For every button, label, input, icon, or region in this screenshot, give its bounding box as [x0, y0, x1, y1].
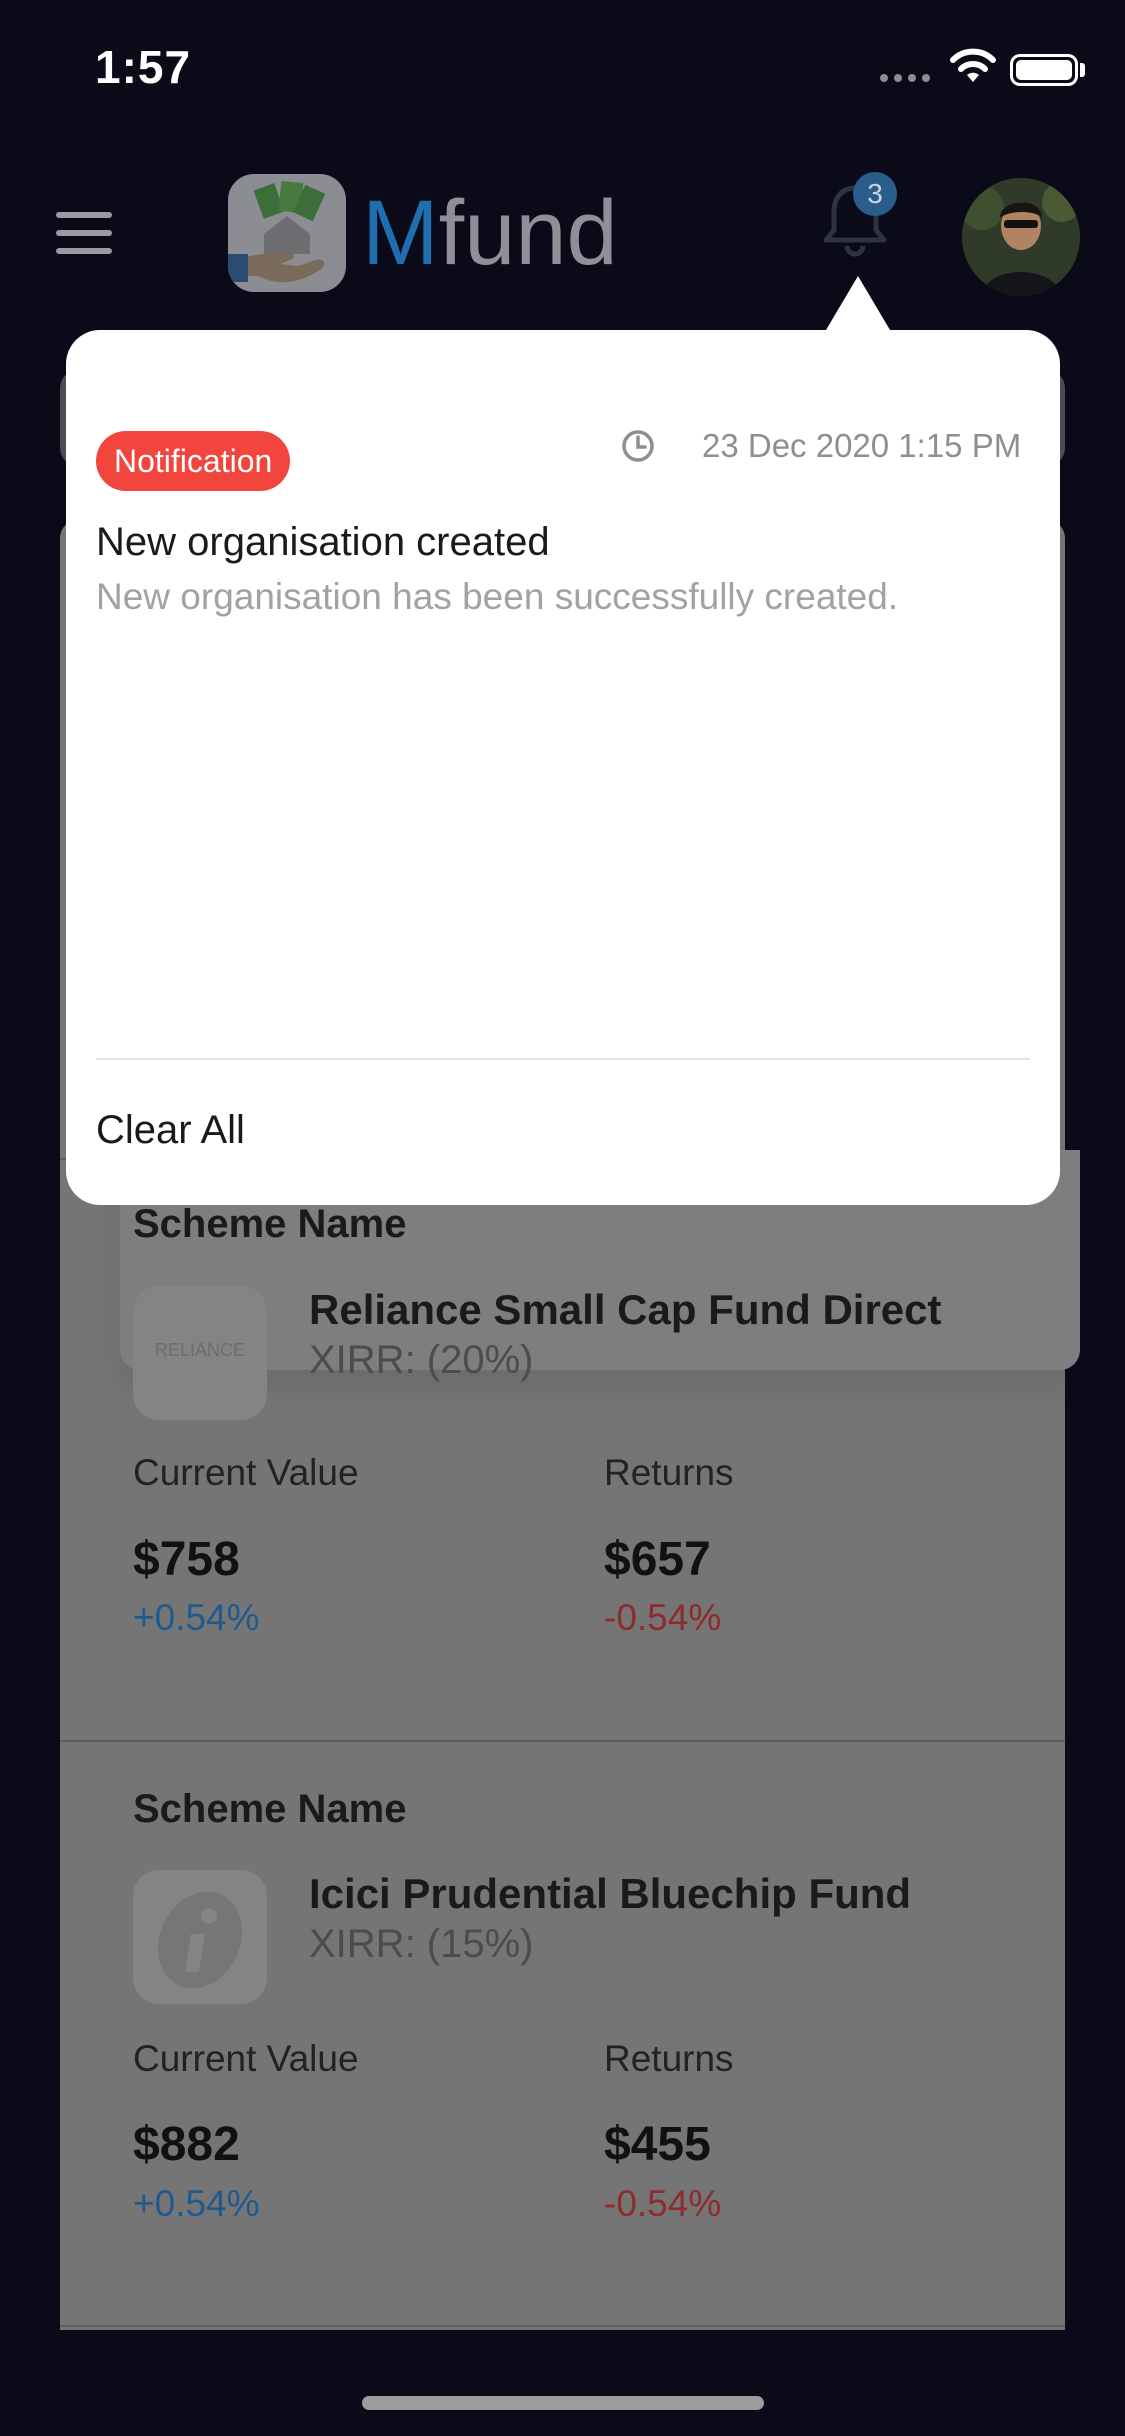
- scheme-name-label: Scheme Name: [133, 1787, 407, 1831]
- battery-icon: [1010, 54, 1078, 86]
- notification-popup: Notification 23 Dec 2020 1:15 PM New org…: [66, 330, 1060, 1205]
- popup-arrow: [826, 276, 890, 330]
- status-bar-time: 1:57: [95, 41, 192, 93]
- home-indicator[interactable]: [362, 2396, 764, 2410]
- notification-body: New organisation has been successfully c…: [96, 576, 899, 617]
- cellular-signal-icon: [880, 74, 932, 84]
- notification-badge: Notification: [96, 431, 291, 491]
- fund-name[interactable]: Icici Prudential Bluechip Fund: [309, 1870, 911, 1918]
- notification-title: New organisation created: [96, 520, 550, 564]
- card-divider: [60, 1740, 1065, 1742]
- icici-logo-icon: [158, 1891, 242, 1989]
- fund-xirr: XIRR: (20%): [309, 1338, 534, 1382]
- clear-all-button[interactable]: Clear All: [96, 1108, 245, 1153]
- notification-timestamp: 23 Dec 2020 1:15 PM: [702, 427, 1022, 464]
- fund-logo: [133, 1870, 267, 2004]
- returns-change: -0.54%: [604, 1597, 722, 1638]
- current-value-label: Current Value: [133, 1452, 359, 1493]
- returns-label: Returns: [604, 2038, 734, 2079]
- current-value-change: +0.54%: [133, 2183, 260, 2224]
- battery-nub: [1080, 63, 1085, 77]
- current-value-label: Current Value: [133, 2038, 359, 2079]
- clock-icon: [622, 430, 654, 462]
- fund-name[interactable]: Reliance Small Cap Fund Direct: [309, 1286, 942, 1334]
- profile-photo: [962, 178, 1080, 296]
- fund-logo-text: RELIANCE: [154, 1340, 246, 1360]
- current-value: $758: [133, 1533, 240, 1586]
- avatar[interactable]: [962, 178, 1080, 296]
- fund-logo: RELIANCE: [133, 1286, 267, 1420]
- app-name-rest: fund: [438, 182, 618, 284]
- returns-label: Returns: [604, 1452, 734, 1493]
- notification-count-badge: 3: [853, 172, 897, 216]
- returns-value: $455: [604, 2118, 711, 2171]
- current-value: $882: [133, 2118, 240, 2171]
- wifi-icon: [950, 48, 996, 82]
- fund-xirr: XIRR: (15%): [309, 1922, 534, 1966]
- current-value-change: +0.54%: [133, 1597, 260, 1638]
- money-hand-icon: [228, 181, 326, 283]
- returns-value: $657: [604, 1533, 711, 1586]
- scheme-name-label: Scheme Name: [133, 1202, 407, 1246]
- app-logo: [228, 174, 346, 292]
- app-name: Mfund: [362, 178, 618, 288]
- hamburger-menu-icon[interactable]: [56, 212, 112, 254]
- app-name-accent: M: [362, 182, 439, 284]
- popup-divider: [96, 1058, 1030, 1060]
- card-divider: [60, 2325, 1065, 2327]
- returns-change: -0.54%: [604, 2183, 722, 2224]
